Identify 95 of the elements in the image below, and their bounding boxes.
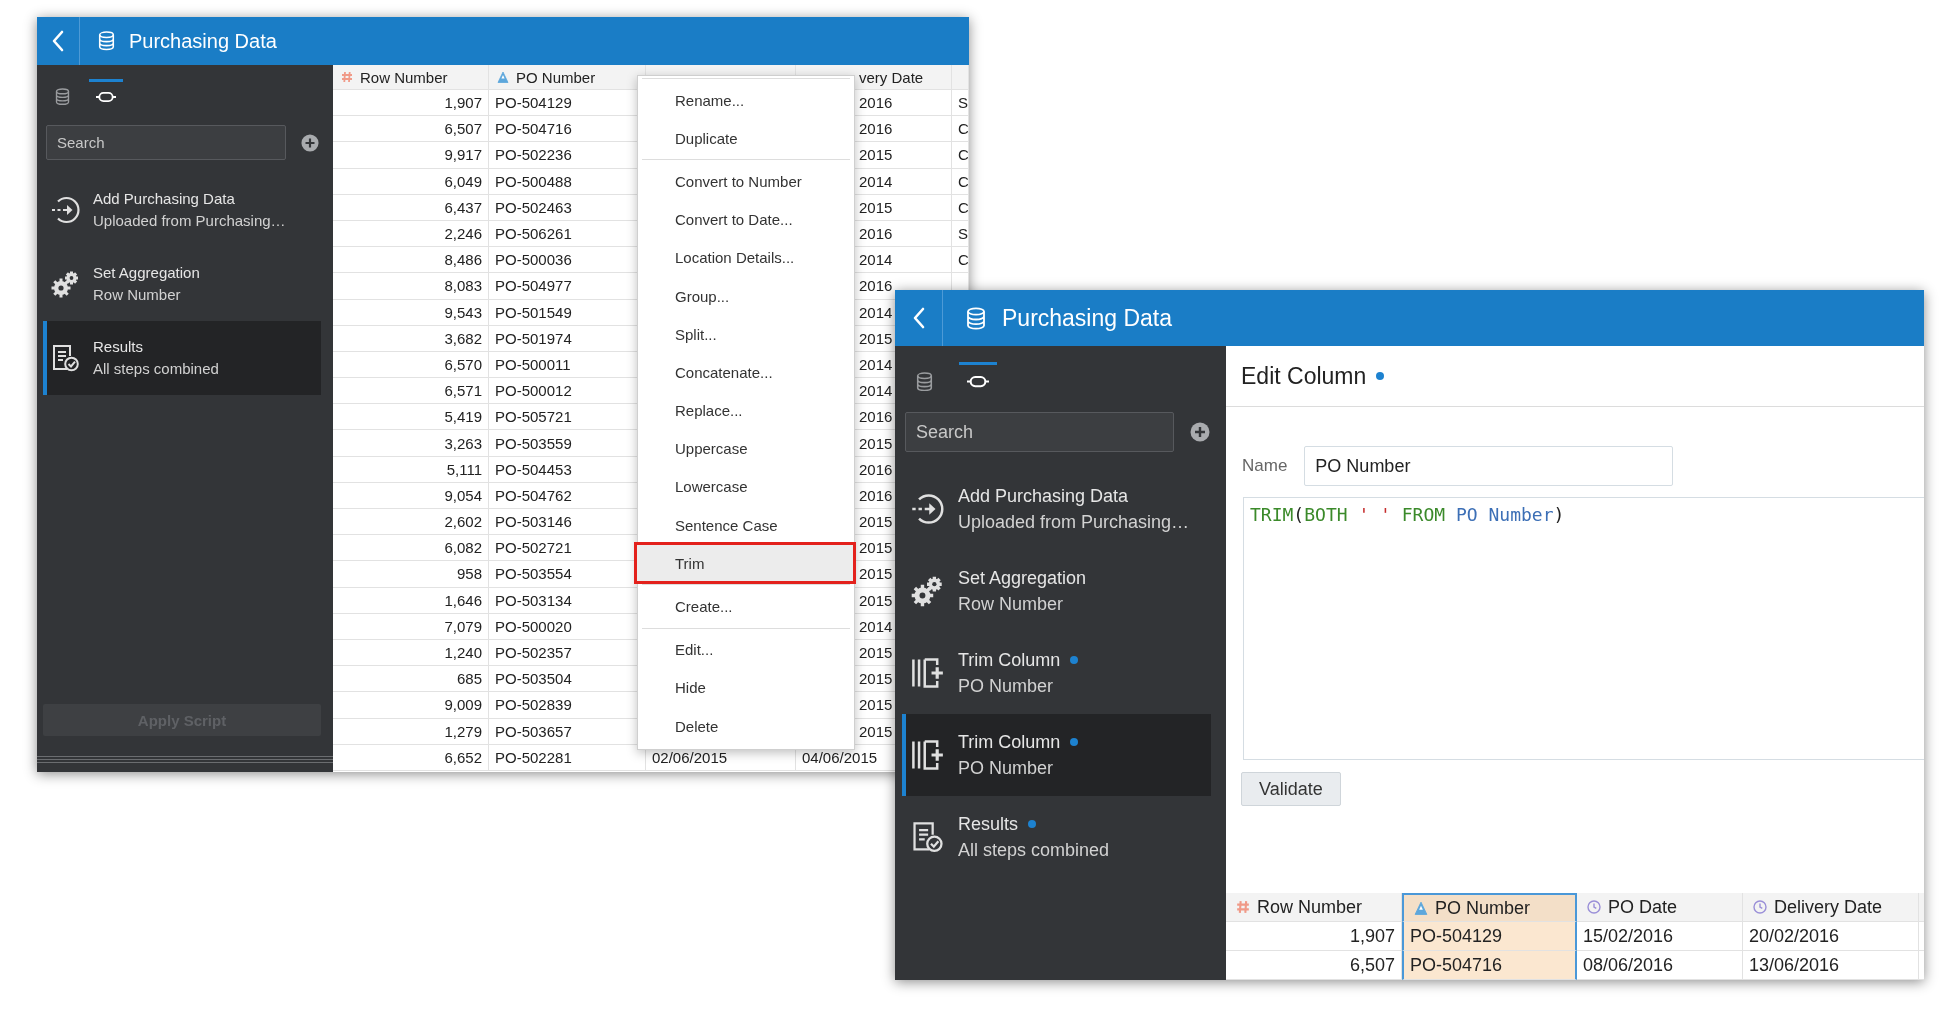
- table-cell: 3,263: [333, 430, 489, 457]
- table-cell: 6,082: [333, 535, 489, 562]
- window-title: Purchasing Data: [129, 29, 277, 53]
- table-cell: C: [952, 168, 969, 195]
- table-cell: 08/06/2016: [1577, 951, 1743, 980]
- step-subtitle: All steps combined: [93, 359, 219, 379]
- gears-icon: [910, 574, 944, 608]
- script-step[interactable]: Results All steps combined: [43, 321, 321, 395]
- validate-button[interactable]: Validate: [1241, 772, 1341, 806]
- column-header[interactable]: PO Date: [1577, 893, 1743, 922]
- step-subtitle: Uploaded from Purchasing…: [93, 211, 286, 231]
- table-cell: 7,079: [333, 613, 489, 640]
- table-cell: 6,571: [333, 378, 489, 405]
- step-subtitle: PO Number: [958, 675, 1055, 698]
- script-step[interactable]: Trim Column PO Number: [902, 714, 1211, 796]
- step-subtitle: Row Number: [93, 285, 182, 305]
- results-document-icon: [910, 820, 944, 854]
- table-cell: 6,437: [333, 194, 489, 221]
- back-chevron-icon: [51, 30, 65, 52]
- table-cell: 9,917: [333, 142, 489, 169]
- table-cell: 9,543: [333, 299, 489, 326]
- add-data-icon: [910, 492, 944, 526]
- database-icon: [966, 306, 986, 330]
- script-step[interactable]: Results All steps combined: [902, 796, 1211, 878]
- table-cell: 1,279: [333, 718, 489, 745]
- add-icon[interactable]: [1190, 422, 1210, 442]
- column-header[interactable]: PO Number: [1402, 893, 1577, 922]
- table-cell: 5,111: [333, 456, 489, 483]
- script-step[interactable]: Add Purchasing Data Uploaded from Purchasing…: [43, 173, 321, 247]
- table-cell: C: [952, 194, 969, 221]
- script-flow-icon: [967, 374, 989, 389]
- step-title: Add Purchasing Data: [93, 189, 235, 209]
- step-title: Set Aggregation: [958, 566, 1087, 589]
- search-field[interactable]: Search: [905, 412, 1174, 452]
- table-cell: 2,602: [333, 509, 489, 536]
- script-step[interactable]: Set Aggregation Row Number: [43, 247, 321, 321]
- database-icon: [98, 31, 115, 51]
- table-cell: 20/02/2016: [1743, 922, 1919, 951]
- table-cell: 6,570: [333, 351, 489, 379]
- table-cell: C: [952, 116, 969, 143]
- table-cell: S: [952, 90, 969, 117]
- database-icon: [54, 87, 70, 106]
- add-data-icon: [50, 195, 80, 225]
- script-flow-icon: [96, 90, 116, 103]
- table-cell: 8,486: [333, 247, 489, 274]
- trim-column-icon: [910, 738, 944, 772]
- results-document-icon: [50, 343, 80, 373]
- step-title: Set Aggregation: [93, 263, 200, 283]
- panel-title: Edit Column: [1241, 362, 1367, 390]
- step-title: Trim Column: [958, 648, 1061, 671]
- table-cell: 6,049: [333, 168, 489, 195]
- code-line: TRIM(BOTH ' ' FROM PO Number): [1250, 504, 1565, 525]
- table-cell: 685: [333, 666, 489, 693]
- table-cell: 958: [333, 561, 489, 588]
- menu-item[interactable]: Trim: [636, 544, 854, 583]
- step-title: Add Purchasing Data: [958, 484, 1129, 507]
- table-cell: 15/02/2016: [1577, 922, 1743, 951]
- table-cell: 9,009: [333, 692, 489, 719]
- field-label: Name: [1242, 456, 1288, 476]
- step-title: Results: [958, 812, 1019, 835]
- table-cell: 9,054: [333, 482, 489, 509]
- table-cell: 5,419: [333, 404, 489, 431]
- table-cell: 1,646: [333, 587, 489, 614]
- table-cell: PO-504129: [1402, 922, 1577, 951]
- step-subtitle: All steps combined: [958, 839, 1110, 862]
- step-subtitle: Uploaded from Purchasing…: [958, 511, 1190, 534]
- name-field[interactable]: PO Number: [1304, 446, 1674, 486]
- step-subtitle: Row Number: [958, 593, 1065, 616]
- table-cell: 2,246: [333, 220, 489, 248]
- gears-icon: [50, 269, 80, 299]
- table-cell: 6,507: [333, 116, 489, 143]
- table-cell: 1,907: [333, 90, 489, 117]
- table-cell: S: [952, 220, 969, 248]
- search-field[interactable]: Search: [46, 125, 286, 160]
- expression-editor[interactable]: TRIM(BOTH ' ' FROM PO Number): [1243, 497, 1924, 760]
- step-subtitle: PO Number: [958, 757, 1055, 780]
- column-header[interactable]: Row Number: [333, 65, 489, 90]
- table-cell: 8,083: [333, 273, 489, 300]
- column-header[interactable]: Row Number: [1226, 893, 1402, 922]
- column-header[interactable]: Delivery Date: [1743, 893, 1919, 922]
- table-cell: 1,240: [333, 639, 489, 667]
- step-title: Results: [93, 337, 144, 357]
- add-icon[interactable]: [301, 133, 319, 152]
- column-header[interactable]: very Date: [859, 68, 924, 86]
- back-chevron-icon: [911, 307, 926, 329]
- table-cell: C: [952, 247, 969, 274]
- table-cell: 3,682: [333, 325, 489, 352]
- table-cell: C: [952, 142, 969, 169]
- window-title: Purchasing Data: [1002, 304, 1173, 332]
- table-cell: 6,652: [333, 744, 489, 771]
- trim-column-icon: [910, 656, 944, 690]
- database-icon: [915, 371, 933, 392]
- table-cell: PO-504716: [1402, 951, 1577, 980]
- step-title: Trim Column: [958, 730, 1061, 753]
- table-cell: 13/06/2016: [1743, 951, 1919, 980]
